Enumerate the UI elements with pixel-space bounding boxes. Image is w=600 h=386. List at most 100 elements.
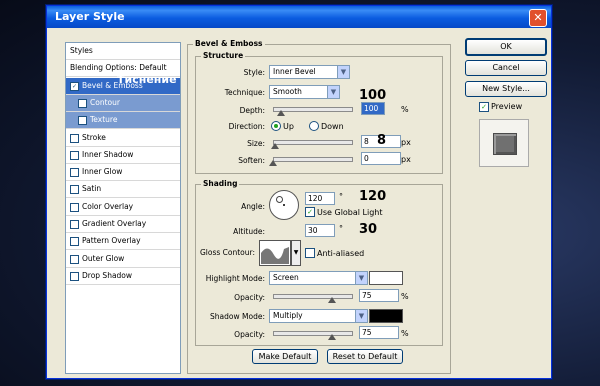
style-checkbox[interactable]: ✓: [70, 81, 79, 91]
shadow-opacity-thumb[interactable]: [327, 334, 336, 340]
annotation-tisnenie: Тиснение: [117, 73, 177, 86]
style-preview-thumbnail: [479, 119, 529, 167]
annotation-size: 8: [377, 133, 387, 148]
shadow-mode-label: Shadow Mode:: [210, 312, 265, 321]
style-checkbox[interactable]: [78, 98, 87, 108]
new-style-button[interactable]: New Style...: [465, 81, 547, 97]
gloss-contour-dropdown-icon[interactable]: ▼: [291, 240, 301, 266]
style-list-label: Contour: [90, 97, 120, 107]
altitude-input[interactable]: 30: [305, 224, 335, 237]
style-checkbox[interactable]: [70, 185, 79, 195]
style-checkbox[interactable]: [70, 237, 79, 247]
direction-down-label: Down: [321, 122, 344, 131]
soften-input[interactable]: 0: [361, 152, 401, 165]
highlight-opacity-thumb[interactable]: [327, 297, 336, 303]
make-default-button[interactable]: Make Default: [252, 349, 318, 364]
depth-slider-track[interactable]: [273, 107, 353, 112]
style-list-label: Outer Glow: [82, 253, 125, 263]
angle-input[interactable]: 120: [305, 192, 335, 205]
style-list-label: Satin: [82, 184, 102, 194]
style-list-item[interactable]: Pattern Overlay: [66, 233, 180, 251]
style-list-item[interactable]: Stroke: [66, 130, 180, 147]
style-list-label: Drop Shadow: [82, 270, 133, 280]
shadow-opacity-label: Opacity:: [234, 330, 265, 339]
style-checkbox[interactable]: [70, 133, 79, 143]
direction-label: Direction:: [228, 122, 265, 131]
annotation-angle: 120: [359, 189, 387, 204]
reset-to-default-button[interactable]: Reset to Default: [327, 349, 403, 364]
soften-slider-track[interactable]: [273, 157, 353, 162]
preview-checkbox[interactable]: ✓: [479, 102, 489, 112]
size-label: Size:: [247, 139, 265, 148]
anti-aliased-checkbox[interactable]: [305, 248, 315, 258]
anti-aliased-label: Anti-aliased: [317, 249, 365, 258]
highlight-opacity-track[interactable]: [273, 294, 353, 299]
structure-title: Structure: [201, 51, 246, 60]
use-global-light-checkbox[interactable]: ✓: [305, 207, 315, 217]
highlight-opacity-label: Opacity:: [234, 293, 265, 302]
style-list-item[interactable]: Inner Glow: [66, 164, 180, 182]
annotation-depth: 100: [359, 88, 387, 103]
chevron-down-icon: ▼: [355, 272, 367, 284]
highlight-mode-select[interactable]: Screen ▼: [269, 271, 368, 285]
shadow-color-swatch[interactable]: [369, 309, 403, 323]
depth-input[interactable]: 100: [361, 102, 385, 115]
soften-label: Soften:: [238, 156, 265, 165]
size-slider-track[interactable]: [273, 140, 353, 145]
style-list-label: Stroke: [82, 132, 106, 142]
shadow-opacity-input[interactable]: 75: [359, 326, 399, 339]
style-list-item[interactable]: Gradient Overlay: [66, 216, 180, 233]
style-checkbox[interactable]: [78, 116, 87, 126]
angle-dial[interactable]: [269, 190, 299, 220]
close-button[interactable]: ✕: [529, 9, 547, 27]
style-checkbox[interactable]: [70, 254, 79, 264]
style-list-item[interactable]: Inner Shadow: [66, 147, 180, 164]
style-checkbox[interactable]: [70, 202, 79, 212]
depth-unit: %: [401, 105, 409, 114]
layer-style-dialog: Layer Style ✕ Styles Blending Options: De…: [46, 5, 552, 379]
style-checkbox[interactable]: [70, 150, 79, 160]
size-unit: px: [401, 138, 411, 147]
cancel-button[interactable]: Cancel: [465, 60, 547, 76]
highlight-opacity-input[interactable]: 75: [359, 289, 399, 302]
style-list-label: Inner Shadow: [82, 149, 134, 159]
shadow-mode-select[interactable]: Multiply ▼: [269, 309, 368, 323]
technique-select[interactable]: Smooth ▼: [269, 85, 340, 99]
highlight-mode-value: Screen: [273, 273, 299, 282]
ok-button[interactable]: OK: [465, 38, 547, 56]
depth-label: Depth:: [239, 106, 265, 115]
shadow-opacity-track[interactable]: [273, 331, 353, 336]
technique-value: Smooth: [273, 87, 302, 96]
style-list-label: Gradient Overlay: [82, 219, 147, 228]
depth-slider-thumb[interactable]: [276, 110, 285, 116]
style-checkbox[interactable]: [70, 220, 79, 229]
soften-slider-thumb[interactable]: [269, 160, 277, 166]
angle-label: Angle:: [241, 202, 265, 211]
style-list-item[interactable]: Outer Glow: [66, 251, 180, 268]
direction-up-radio[interactable]: [271, 121, 281, 131]
style-list-item[interactable]: Styles: [66, 43, 180, 60]
styles-list: Styles Blending Options: Default ✓ Bevel & …: [65, 42, 181, 374]
style-checkbox[interactable]: [70, 168, 79, 178]
shadow-opacity-unit: %: [401, 329, 409, 338]
highlight-mode-label: Highlight Mode:: [205, 274, 265, 283]
highlight-color-swatch[interactable]: [369, 271, 403, 285]
annotation-altitude: 30: [359, 222, 378, 237]
style-list-item[interactable]: Color Overlay: [66, 199, 180, 216]
size-slider-thumb[interactable]: [271, 143, 280, 149]
use-global-light-label: Use Global Light: [317, 208, 383, 217]
style-list-label: Inner Glow: [82, 167, 123, 177]
style-list-item[interactable]: Texture: [66, 112, 180, 130]
style-select[interactable]: Inner Bevel ▼: [269, 65, 350, 79]
style-list-item[interactable]: Drop Shadow: [66, 268, 180, 285]
title-bar[interactable]: Layer Style ✕: [47, 6, 551, 28]
style-checkbox[interactable]: [70, 271, 79, 281]
style-list-item[interactable]: Satin: [66, 181, 180, 199]
style-list-label: Texture: [90, 115, 118, 125]
gloss-contour-picker[interactable]: [259, 240, 291, 266]
style-list-item[interactable]: Contour: [66, 94, 180, 112]
direction-down-radio[interactable]: [309, 121, 319, 131]
direction-up-label: Up: [283, 122, 294, 131]
gloss-contour-label: Gloss Contour:: [199, 248, 255, 257]
shading-title: Shading: [201, 179, 240, 188]
